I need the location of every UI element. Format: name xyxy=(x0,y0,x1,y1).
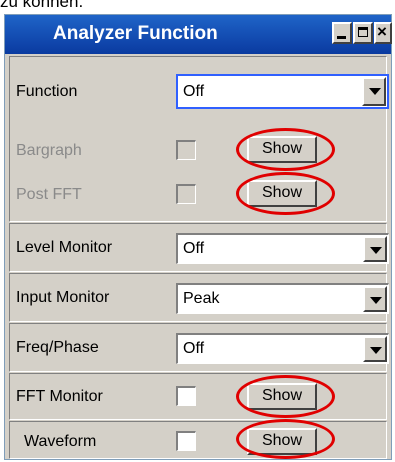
analyzer-function-window: Analyzer Function × Function Off Bargrap… xyxy=(4,14,392,460)
input-monitor-select[interactable]: Peak xyxy=(176,283,389,314)
chevron-down-icon[interactable] xyxy=(363,286,387,312)
function-label: Function xyxy=(16,83,78,100)
freq-phase-group: Freq/Phase Off xyxy=(9,323,389,372)
highlight-ring xyxy=(236,172,335,215)
bargraph-label: Bargraph xyxy=(16,142,82,159)
post-fft-checkbox[interactable] xyxy=(176,184,196,204)
function-value: Off xyxy=(183,83,205,100)
minimize-button[interactable] xyxy=(332,22,352,44)
fft-monitor-label: FFT Monitor xyxy=(16,388,103,405)
waveform-group: Waveform Show xyxy=(9,419,387,459)
input-monitor-label: Input Monitor xyxy=(16,289,110,306)
freq-phase-value: Off xyxy=(183,340,205,357)
function-group: Function Off Bargraph Show Post FFT Show xyxy=(9,56,389,222)
freq-phase-select[interactable]: Off xyxy=(176,333,389,364)
highlight-ring xyxy=(236,128,335,171)
chevron-down-icon[interactable] xyxy=(363,336,387,362)
maximize-icon xyxy=(358,27,368,37)
caption-text: zu können. xyxy=(0,0,84,11)
maximize-button[interactable] xyxy=(353,22,373,44)
bargraph-checkbox[interactable] xyxy=(176,140,196,160)
input-monitor-group: Input Monitor Peak xyxy=(9,273,389,322)
freq-phase-label: Freq/Phase xyxy=(16,339,99,356)
minimize-icon xyxy=(337,36,346,39)
title-bar: Analyzer Function × xyxy=(5,15,392,54)
fft-monitor-checkbox[interactable] xyxy=(176,386,196,406)
chevron-down-icon[interactable] xyxy=(363,236,387,262)
waveform-checkbox[interactable] xyxy=(176,431,196,451)
function-select[interactable]: Off xyxy=(176,74,389,109)
level-monitor-label: Level Monitor xyxy=(16,239,113,256)
highlight-ring xyxy=(236,419,335,459)
close-button[interactable]: × xyxy=(374,22,392,44)
level-monitor-select[interactable]: Off xyxy=(176,233,389,264)
chevron-down-icon[interactable] xyxy=(362,77,386,106)
level-monitor-value: Off xyxy=(183,240,205,257)
highlight-ring xyxy=(236,375,335,418)
close-icon: × xyxy=(377,22,387,41)
fft-monitor-group: FFT Monitor Show xyxy=(9,373,387,420)
level-monitor-group: Level Monitor Off xyxy=(9,223,389,272)
window-title: Analyzer Function xyxy=(53,23,218,44)
waveform-label: Waveform xyxy=(24,433,97,450)
post-fft-label: Post FFT xyxy=(16,186,82,203)
input-monitor-value: Peak xyxy=(183,290,220,307)
